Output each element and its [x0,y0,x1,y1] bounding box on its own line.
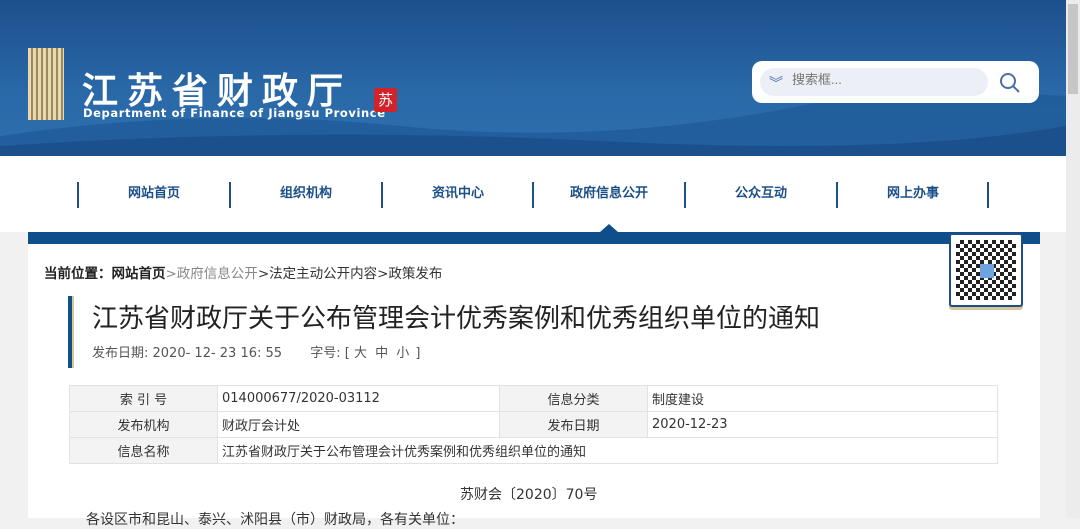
nav-divider [987,182,989,208]
search-input[interactable] [792,72,972,87]
cell-value: 2020-12-23 [647,411,998,438]
breadcrumb: 当前位置：网站首页>政府信息公开>法定主动公开内容>政策发布 [44,262,442,282]
nav-underline-bar [28,224,1040,244]
nav-news[interactable]: 资讯中心 [382,182,534,206]
nav-public[interactable]: 公众互动 [685,182,837,206]
breadcrumb-item[interactable]: >政府信息公开 [166,266,258,282]
breadcrumb-label: 当前位置： [44,266,112,282]
search-box: ︾ [752,61,1039,103]
qr-code [949,233,1023,307]
chevron-down-icon[interactable]: ︾ [769,73,783,93]
cell-label: 发布日期 [499,411,648,438]
article-content: 当前位置：网站首页>政府信息公开>法定主动公开内容>政策发布 江苏省财政厅关于公… [28,224,1040,528]
active-indicator [600,224,618,232]
table-row: 索 引 号 014000677/2020-03112 信息分类 制度建设 [69,385,998,412]
info-table: 索 引 号 014000677/2020-03112 信息分类 制度建设 发布机构 财政… [69,385,998,464]
document-number: 苏财会〔2020〕70号 [460,487,598,503]
article-meta: 发布日期: 2020- 12- 23 16: 55 字号: [ 大 中 小 ] [92,342,444,361]
publish-date: 发布日期: 2020- 12- 23 16: 55 [92,346,283,361]
table-row: 发布机构 财政厅会计处 发布日期 2020-12-23 [69,411,998,438]
nav-online-service[interactable]: 网上办事 [837,182,989,206]
nav-gov-info[interactable]: 政府信息公开 [533,182,685,206]
table-row: 信息名称 江苏省财政厅关于公布管理会计优秀案例和优秀组织单位的通知 [69,437,998,464]
header-banner: 江苏省财政厅 Department of Finance of Jiangsu … [0,0,1066,156]
search-icon[interactable] [998,71,1022,95]
font-small-button[interactable]: 小 [396,346,409,361]
cell-value: 制度建设 [647,385,998,412]
salutation: 各设区市和昆山、泰兴、沭阳县（市）财政局，各有关单位： [86,512,464,528]
scrollbar-thumb[interactable] [1068,4,1078,94]
breadcrumb-home[interactable]: 网站首页 [112,266,166,282]
breadcrumb-item[interactable]: >政策发布 [377,266,442,282]
cell-label: 索 引 号 [69,385,218,412]
cell-label: 信息分类 [499,385,648,412]
qr-code-image [956,240,1016,300]
nav-organization[interactable]: 组织机构 [230,182,382,206]
cell-value: 财政厅会计处 [217,411,500,438]
nav-home[interactable]: 网站首页 [78,182,230,206]
cell-label: 信息名称 [69,437,218,464]
main-nav: 网站首页 组织机构 资讯中心 政府信息公开 公众互动 网上办事 [0,156,1066,232]
font-large-button[interactable]: 大 [354,346,367,361]
title-accent [68,296,74,368]
scrollbar[interactable] [1066,0,1080,518]
cell-value: 江苏省财政厅关于公布管理会计优秀案例和优秀组织单位的通知 [217,437,998,464]
site-subtitle: Department of Finance of Jiangsu Provinc… [83,106,386,120]
font-medium-button[interactable]: 中 [375,346,388,361]
font-size-label: 字号: [ [310,346,350,361]
logo-icon [28,48,64,120]
cell-value: 014000677/2020-03112 [217,385,500,412]
font-size-end: ] [415,346,421,361]
breadcrumb-item[interactable]: >法定主动公开内容 [258,266,377,282]
cell-label: 发布机构 [69,411,218,438]
search-field: ︾ [760,68,988,96]
article-title: 江苏省财政厅关于公布管理会计优秀案例和优秀组织单位的通知 [92,304,821,334]
seal-logo: 苏 [374,88,397,112]
